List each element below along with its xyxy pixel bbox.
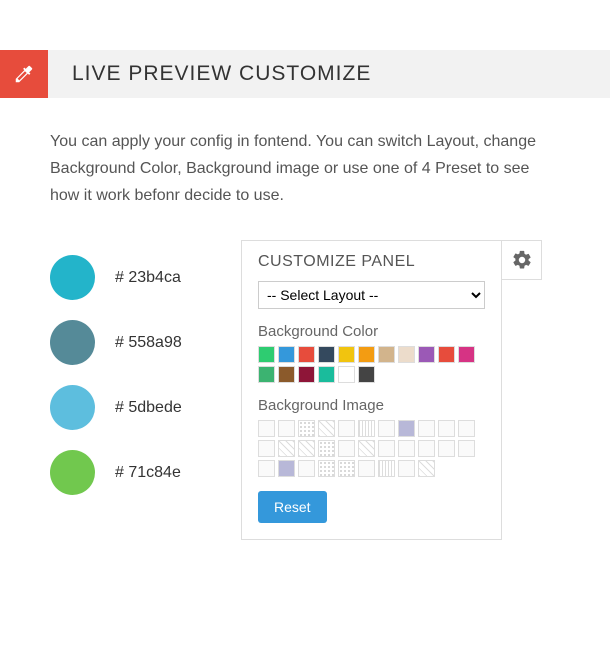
color-swatch[interactable]: [50, 320, 95, 365]
bg-color-swatch[interactable]: [458, 346, 475, 363]
color-preset-row: # 558a98: [50, 320, 182, 365]
bg-image-swatch[interactable]: [278, 460, 295, 477]
color-preset-row: # 5dbede: [50, 385, 182, 430]
gear-button[interactable]: [502, 240, 542, 280]
bg-color-swatch[interactable]: [298, 346, 315, 363]
bg-image-swatch[interactable]: [418, 460, 435, 477]
bg-color-swatch[interactable]: [358, 346, 375, 363]
bg-image-swatch[interactable]: [458, 420, 475, 437]
bg-image-swatch[interactable]: [338, 440, 355, 457]
bg-image-grid: [258, 420, 485, 477]
bg-color-grid: [258, 346, 485, 383]
bg-color-swatch[interactable]: [278, 366, 295, 383]
reset-button[interactable]: Reset: [258, 491, 327, 523]
color-swatch[interactable]: [50, 450, 95, 495]
color-preset-row: # 23b4ca: [50, 255, 182, 300]
bg-image-swatch[interactable]: [338, 420, 355, 437]
page-header: LIVE PREVIEW CUSTOMIZE: [0, 50, 610, 98]
bg-image-swatch[interactable]: [438, 440, 455, 457]
bg-image-swatch[interactable]: [278, 420, 295, 437]
color-swatch[interactable]: [50, 255, 95, 300]
bg-image-swatch[interactable]: [418, 440, 435, 457]
bg-image-swatch[interactable]: [398, 420, 415, 437]
bg-image-swatch[interactable]: [258, 460, 275, 477]
panel-title: CUSTOMIZE PANEL: [258, 253, 485, 271]
bg-image-swatch[interactable]: [298, 460, 315, 477]
color-swatch-label: # 558a98: [115, 334, 182, 352]
color-preset-row: # 71c84e: [50, 450, 182, 495]
bg-image-swatch[interactable]: [258, 420, 275, 437]
bg-color-swatch[interactable]: [318, 346, 335, 363]
bg-color-swatch[interactable]: [258, 346, 275, 363]
page-title: LIVE PREVIEW CUSTOMIZE: [48, 50, 610, 98]
bg-color-label: Background Color: [258, 323, 485, 340]
color-preset-list: # 23b4ca # 558a98 # 5dbede # 71c84e: [50, 255, 182, 515]
bg-color-swatch[interactable]: [258, 366, 275, 383]
bg-image-swatch[interactable]: [318, 460, 335, 477]
bg-image-swatch[interactable]: [378, 420, 395, 437]
customize-panel: CUSTOMIZE PANEL -- Select Layout -- Back…: [241, 240, 502, 540]
bg-image-swatch[interactable]: [458, 440, 475, 457]
color-swatch[interactable]: [50, 385, 95, 430]
bg-image-swatch[interactable]: [358, 420, 375, 437]
bg-image-label: Background Image: [258, 397, 485, 414]
bg-image-swatch[interactable]: [258, 440, 275, 457]
bg-color-swatch[interactable]: [378, 346, 395, 363]
color-swatch-label: # 5dbede: [115, 399, 182, 417]
layout-select[interactable]: -- Select Layout --: [258, 281, 485, 309]
bg-image-swatch[interactable]: [438, 420, 455, 437]
bg-color-swatch[interactable]: [358, 366, 375, 383]
bg-image-swatch[interactable]: [398, 460, 415, 477]
bg-color-swatch[interactable]: [398, 346, 415, 363]
bg-color-swatch[interactable]: [418, 346, 435, 363]
eyedropper-icon: [0, 50, 48, 98]
bg-image-swatch[interactable]: [358, 460, 375, 477]
bg-image-swatch[interactable]: [278, 440, 295, 457]
bg-color-swatch[interactable]: [338, 346, 355, 363]
bg-image-swatch[interactable]: [378, 460, 395, 477]
color-swatch-label: # 23b4ca: [115, 269, 181, 287]
bg-image-swatch[interactable]: [338, 460, 355, 477]
bg-color-swatch[interactable]: [278, 346, 295, 363]
bg-image-swatch[interactable]: [358, 440, 375, 457]
intro-text: You can apply your config in fontend. Yo…: [0, 98, 610, 220]
gear-icon: [511, 249, 533, 271]
bg-color-swatch[interactable]: [338, 366, 355, 383]
bg-image-swatch[interactable]: [298, 440, 315, 457]
bg-image-swatch[interactable]: [318, 420, 335, 437]
bg-image-swatch[interactable]: [398, 440, 415, 457]
bg-color-swatch[interactable]: [438, 346, 455, 363]
bg-color-swatch[interactable]: [318, 366, 335, 383]
bg-image-swatch[interactable]: [418, 420, 435, 437]
bg-image-swatch[interactable]: [318, 440, 335, 457]
color-swatch-label: # 71c84e: [115, 464, 181, 482]
bg-image-swatch[interactable]: [298, 420, 315, 437]
bg-color-swatch[interactable]: [298, 366, 315, 383]
bg-image-swatch[interactable]: [378, 440, 395, 457]
